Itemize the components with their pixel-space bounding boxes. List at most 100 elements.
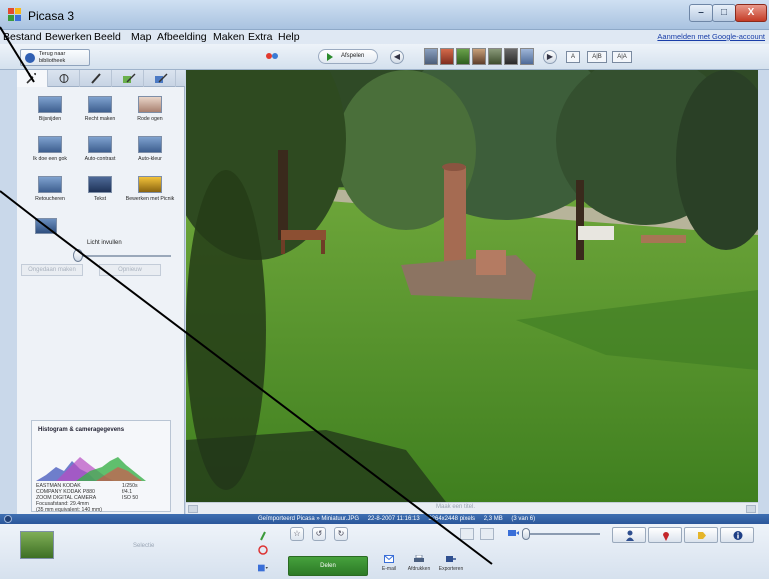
menu-afbeelding[interactable]: Afbeelding: [157, 30, 207, 44]
printer-icon: [414, 555, 424, 562]
view-grid-button[interactable]: [460, 528, 474, 540]
slideshow-button[interactable]: Afspelen: [318, 49, 378, 64]
compare-view-button[interactable]: A|B: [587, 51, 607, 63]
red-eye-icon: [138, 96, 162, 113]
tool-label: Rode ogen: [137, 116, 163, 122]
previous-photo-button[interactable]: ◀: [390, 50, 404, 64]
more-effects-icon: [155, 73, 168, 83]
retouch-tool[interactable]: Retoucheren: [25, 176, 75, 214]
tab-extra-effects[interactable]: [145, 70, 176, 87]
filmstrip-thumbnail[interactable]: [504, 48, 518, 65]
maximize-icon: □: [720, 7, 728, 18]
photo-tray: Selectie ☆ ↺ ↻ Delen E-mail Afdrukken Ex…: [0, 524, 769, 579]
print-button[interactable]: Afdrukken: [406, 555, 432, 577]
zoom-icon: [508, 530, 519, 536]
people-button[interactable]: [612, 527, 646, 543]
histogram-title: Histogram & cameragegevens: [38, 427, 125, 433]
filmstrip-thumbnail[interactable]: [440, 48, 454, 65]
menu-extra[interactable]: Extra: [248, 30, 273, 44]
rotate-right-button[interactable]: ↻: [334, 527, 348, 541]
caption-bar[interactable]: Maak een titel.: [186, 502, 758, 514]
retouch-icon: [38, 176, 62, 193]
view-list-button[interactable]: [480, 528, 494, 540]
redo-button[interactable]: Opnieuw: [99, 264, 161, 276]
menu-bestand[interactable]: Bestand: [3, 30, 42, 44]
rotate-left-button[interactable]: ↺: [312, 527, 326, 541]
minimize-button[interactable]: –: [689, 4, 713, 22]
window-title: Picasa 3: [28, 9, 75, 23]
caption-right-icon: [746, 505, 756, 513]
effects-icon: [123, 73, 136, 83]
upload-icon[interactable]: [266, 52, 278, 60]
album-icon[interactable]: [258, 563, 268, 573]
menu-bar: Bestand Bewerken Beeld Map Afbeelding Ma…: [0, 30, 769, 44]
status-info: Geïmporteerd Picasa » Miniatuur.JPG 22-8…: [258, 515, 542, 523]
red-eye-tool[interactable]: Rode ogen: [125, 96, 175, 134]
export-button[interactable]: Exporteren: [438, 555, 464, 577]
status-resolution: 3264x2448 pixels: [428, 516, 476, 522]
filmstrip: [424, 48, 536, 65]
caption-input[interactable]: Maak een titel.: [436, 504, 475, 510]
photo-viewer[interactable]: [186, 70, 758, 502]
back-arrow-icon: [25, 53, 35, 63]
wrench-icon: [26, 73, 36, 84]
filmstrip-thumbnail[interactable]: [456, 48, 470, 65]
filmstrip-thumbnail[interactable]: [424, 48, 438, 65]
text-tool[interactable]: Tekst: [75, 176, 125, 214]
next-photo-button[interactable]: ▶: [543, 50, 557, 64]
single-view-button[interactable]: A: [566, 51, 580, 63]
tab-basic-fixes[interactable]: [17, 70, 48, 87]
clear-icon[interactable]: [258, 545, 268, 555]
crop-icon: [38, 96, 62, 113]
zoom-slider-track[interactable]: [522, 533, 600, 535]
share-button[interactable]: Delen: [288, 556, 368, 576]
picasa-app-icon: [8, 8, 21, 21]
star-button[interactable]: ☆: [290, 527, 304, 541]
fill-light-slider-track[interactable]: [75, 255, 171, 257]
status-date: 22-8-2007 11:16:13: [367, 516, 420, 522]
edit-panel: Bijsnijden Recht maken Rode ogen Ik doe …: [17, 70, 185, 514]
hide-tray-icon[interactable]: [4, 515, 12, 523]
menu-help[interactable]: Help: [278, 30, 300, 44]
google-signin-link[interactable]: Aanmelden met Google-account: [657, 32, 765, 41]
back-to-library-button[interactable]: Terug naar bibliotheek: [20, 49, 90, 66]
filmstrip-thumbnail[interactable]: [488, 48, 502, 65]
tab-effects[interactable]: [81, 70, 112, 87]
auto-color-tool[interactable]: Auto-kleur: [125, 136, 175, 174]
tab-more-effects[interactable]: [113, 70, 144, 87]
pin-icon[interactable]: [258, 531, 268, 541]
zoom-slider-handle[interactable]: [522, 528, 530, 540]
fill-light-label: Licht invullen: [87, 240, 122, 246]
feeling-lucky-tool[interactable]: Ik doe een gok: [25, 136, 75, 174]
filmstrip-thumbnail[interactable]: [520, 48, 534, 65]
filmstrip-thumbnail[interactable]: [472, 48, 486, 65]
info-button[interactable]: [720, 527, 754, 543]
undo-button[interactable]: Ongedaan maken: [21, 264, 83, 276]
email-button[interactable]: E-mail: [376, 555, 402, 577]
straighten-tool[interactable]: Recht maken: [75, 96, 125, 134]
menu-bewerken[interactable]: Bewerken: [45, 30, 92, 44]
close-button[interactable]: X: [735, 4, 767, 22]
auto-contrast-icon: [88, 136, 112, 153]
tab-tuning[interactable]: [49, 70, 80, 87]
menu-beeld[interactable]: Beeld: [94, 30, 121, 44]
tuning-icon: [59, 74, 69, 83]
auto-contrast-tool[interactable]: Auto-contrast: [75, 136, 125, 174]
menu-map[interactable]: Map: [131, 30, 151, 44]
selection-label: Selectie: [133, 543, 155, 549]
crop-tool[interactable]: Bijsnijden: [25, 96, 75, 134]
maximize-button[interactable]: □: [712, 4, 736, 22]
places-button[interactable]: [648, 527, 682, 543]
picnik-tool[interactable]: Bewerken met Picnik: [125, 176, 175, 214]
tags-button[interactable]: [684, 527, 718, 543]
brush-icon: [91, 73, 101, 84]
focal-equivalent: (35 mm equivalent: 140 mm): [36, 507, 103, 513]
person-icon: [626, 530, 634, 541]
info-icon: [733, 531, 743, 540]
menu-maken[interactable]: Maken: [213, 30, 245, 44]
minimize-icon: –: [698, 7, 704, 18]
play-icon: [327, 53, 333, 61]
split-view-button[interactable]: A|A: [612, 51, 632, 63]
tray-thumbnail[interactable]: [20, 531, 54, 559]
fill-light-slider-handle[interactable]: [73, 249, 83, 262]
